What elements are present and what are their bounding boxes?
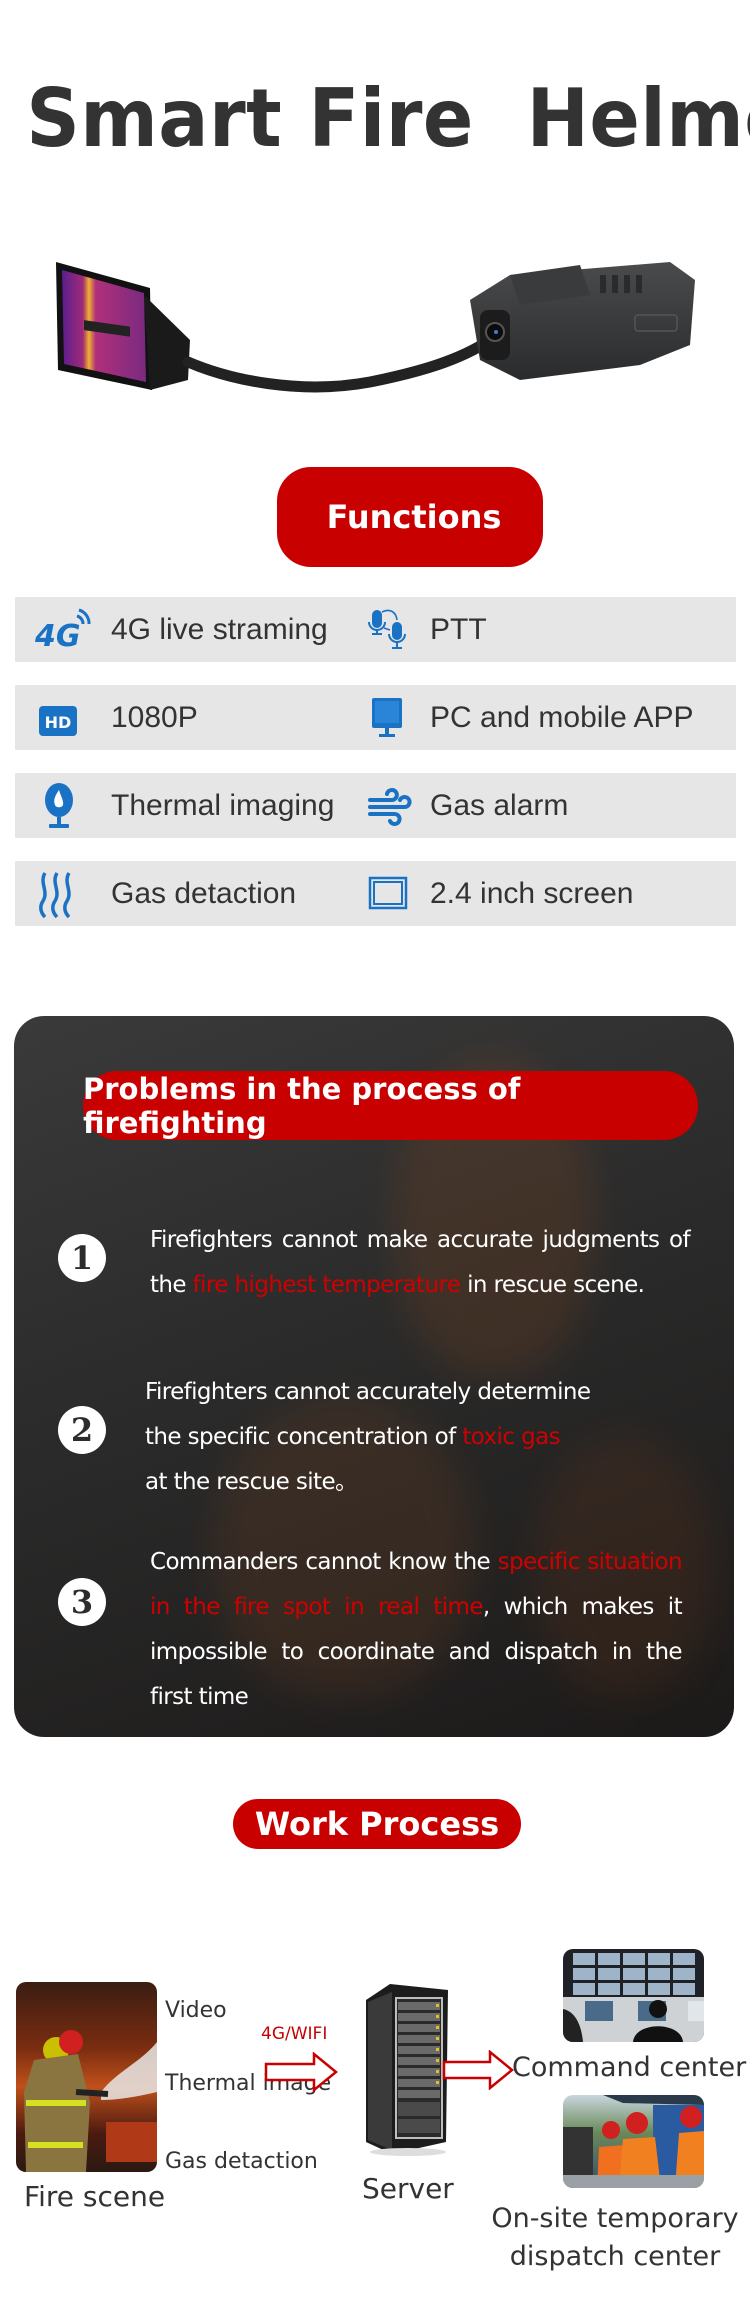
ptt-microphones-icon	[366, 606, 414, 654]
arrow-right-icon	[442, 2050, 514, 2090]
command-center-image	[563, 1949, 704, 2042]
problem-line: Firefighters cannot accurately determine	[145, 1370, 685, 1415]
feature-label: PTT	[430, 612, 487, 646]
number-badge-1: 1	[58, 1234, 106, 1282]
feature-label: PC and mobile APP	[430, 700, 694, 734]
monitor-icon	[366, 694, 414, 742]
feature-row: Gas detaction 2.4 inch screen	[15, 861, 736, 926]
problem-text: Firefighters cannot accurately determine	[145, 1379, 591, 1405]
problem-text-3: Commanders cannot know the specific situ…	[150, 1540, 683, 1720]
wind-icon	[366, 782, 414, 830]
4g-signal-icon: 4G	[33, 606, 93, 654]
arrow-right-icon	[264, 2052, 338, 2092]
problem-highlight: fire highest temperature	[192, 1272, 461, 1298]
problem-text-2: Firefighters cannot accurately determine…	[145, 1370, 685, 1505]
feature-label: Gas detaction	[111, 876, 297, 910]
problem-line: at the rescue site。	[145, 1460, 685, 1505]
feature-row: 4G 4G live straming PTT	[15, 597, 736, 662]
problem-highlight: toxic gas	[462, 1424, 560, 1450]
server-image	[366, 1984, 448, 2156]
output-gas-detection: Gas detaction	[165, 2149, 318, 2174]
output-video: Video	[165, 1998, 227, 2023]
problem-text: Commanders cannot know the	[150, 1549, 498, 1575]
problem-line: the specific concentration of toxic gas	[145, 1415, 685, 1460]
functions-heading: Functions	[277, 467, 543, 567]
link-label: 4G/WIFI	[261, 2024, 328, 2044]
dispatch-label-line: dispatch center	[509, 2241, 721, 2272]
feature-label: 4G live straming	[111, 612, 328, 646]
feature-row: Thermal imaging Gas alarm	[15, 773, 736, 838]
feature-label: Gas alarm	[430, 788, 569, 822]
fire-scene-image	[16, 1982, 157, 2172]
firefighters	[24, 2030, 109, 2172]
dispatch-center-label: On-site temporary dispatch center	[490, 2200, 740, 2276]
feature-label: Thermal imaging	[111, 788, 335, 822]
feature-ptt: PTT	[366, 597, 487, 662]
product-image	[56, 262, 695, 393]
feature-label: 1080P	[111, 700, 198, 734]
feature-gas-alarm: Gas alarm	[366, 773, 568, 838]
svg-text:HD: HD	[45, 713, 72, 732]
feature-label: 2.4 inch screen	[430, 876, 634, 910]
work-process-heading: Work Process	[233, 1799, 521, 1849]
problem-text-1: Firefighters cannot make accurate judgme…	[150, 1218, 691, 1308]
feature-thermal-imaging: Thermal imaging	[33, 773, 334, 838]
feature-row: HD 1080P PC and mobile APP	[15, 685, 736, 750]
gooseneck-arm	[182, 334, 496, 393]
feature-4g-live-streaming: 4G 4G live straming	[33, 597, 328, 662]
problem-text: the specific concentration of	[145, 1424, 463, 1450]
feature-gas-detection: Gas detaction	[33, 861, 296, 926]
command-center-label: Command center	[512, 2052, 747, 2083]
svg-text:4G: 4G	[34, 619, 81, 652]
page-title: Smart Fire Helmet	[26, 72, 750, 165]
problems-heading: Problems in the process of firefighting	[83, 1071, 698, 1140]
feature-pc-mobile-app: PC and mobile APP	[366, 685, 693, 750]
screen-icon	[366, 870, 414, 918]
display-unit	[56, 262, 190, 390]
server-label: Server	[362, 2172, 454, 2205]
dispatch-label-line: On-site temporary	[491, 2203, 739, 2234]
fire-scene-label: Fire scene	[24, 2180, 166, 2213]
camera-unit	[470, 262, 695, 380]
number-badge-3: 3	[58, 1578, 106, 1626]
feature-1080p: HD 1080P	[33, 685, 198, 750]
hd-badge-icon: HD	[33, 694, 93, 742]
gas-waves-icon	[33, 870, 93, 918]
number-badge-2: 2	[58, 1406, 106, 1454]
thermal-flame-icon	[33, 782, 93, 830]
problem-text: at the rescue site。	[145, 1469, 358, 1495]
feature-screen: 2.4 inch screen	[366, 861, 633, 926]
problem-text: in rescue scene.	[460, 1272, 645, 1298]
dispatch-center-image	[563, 2095, 704, 2188]
